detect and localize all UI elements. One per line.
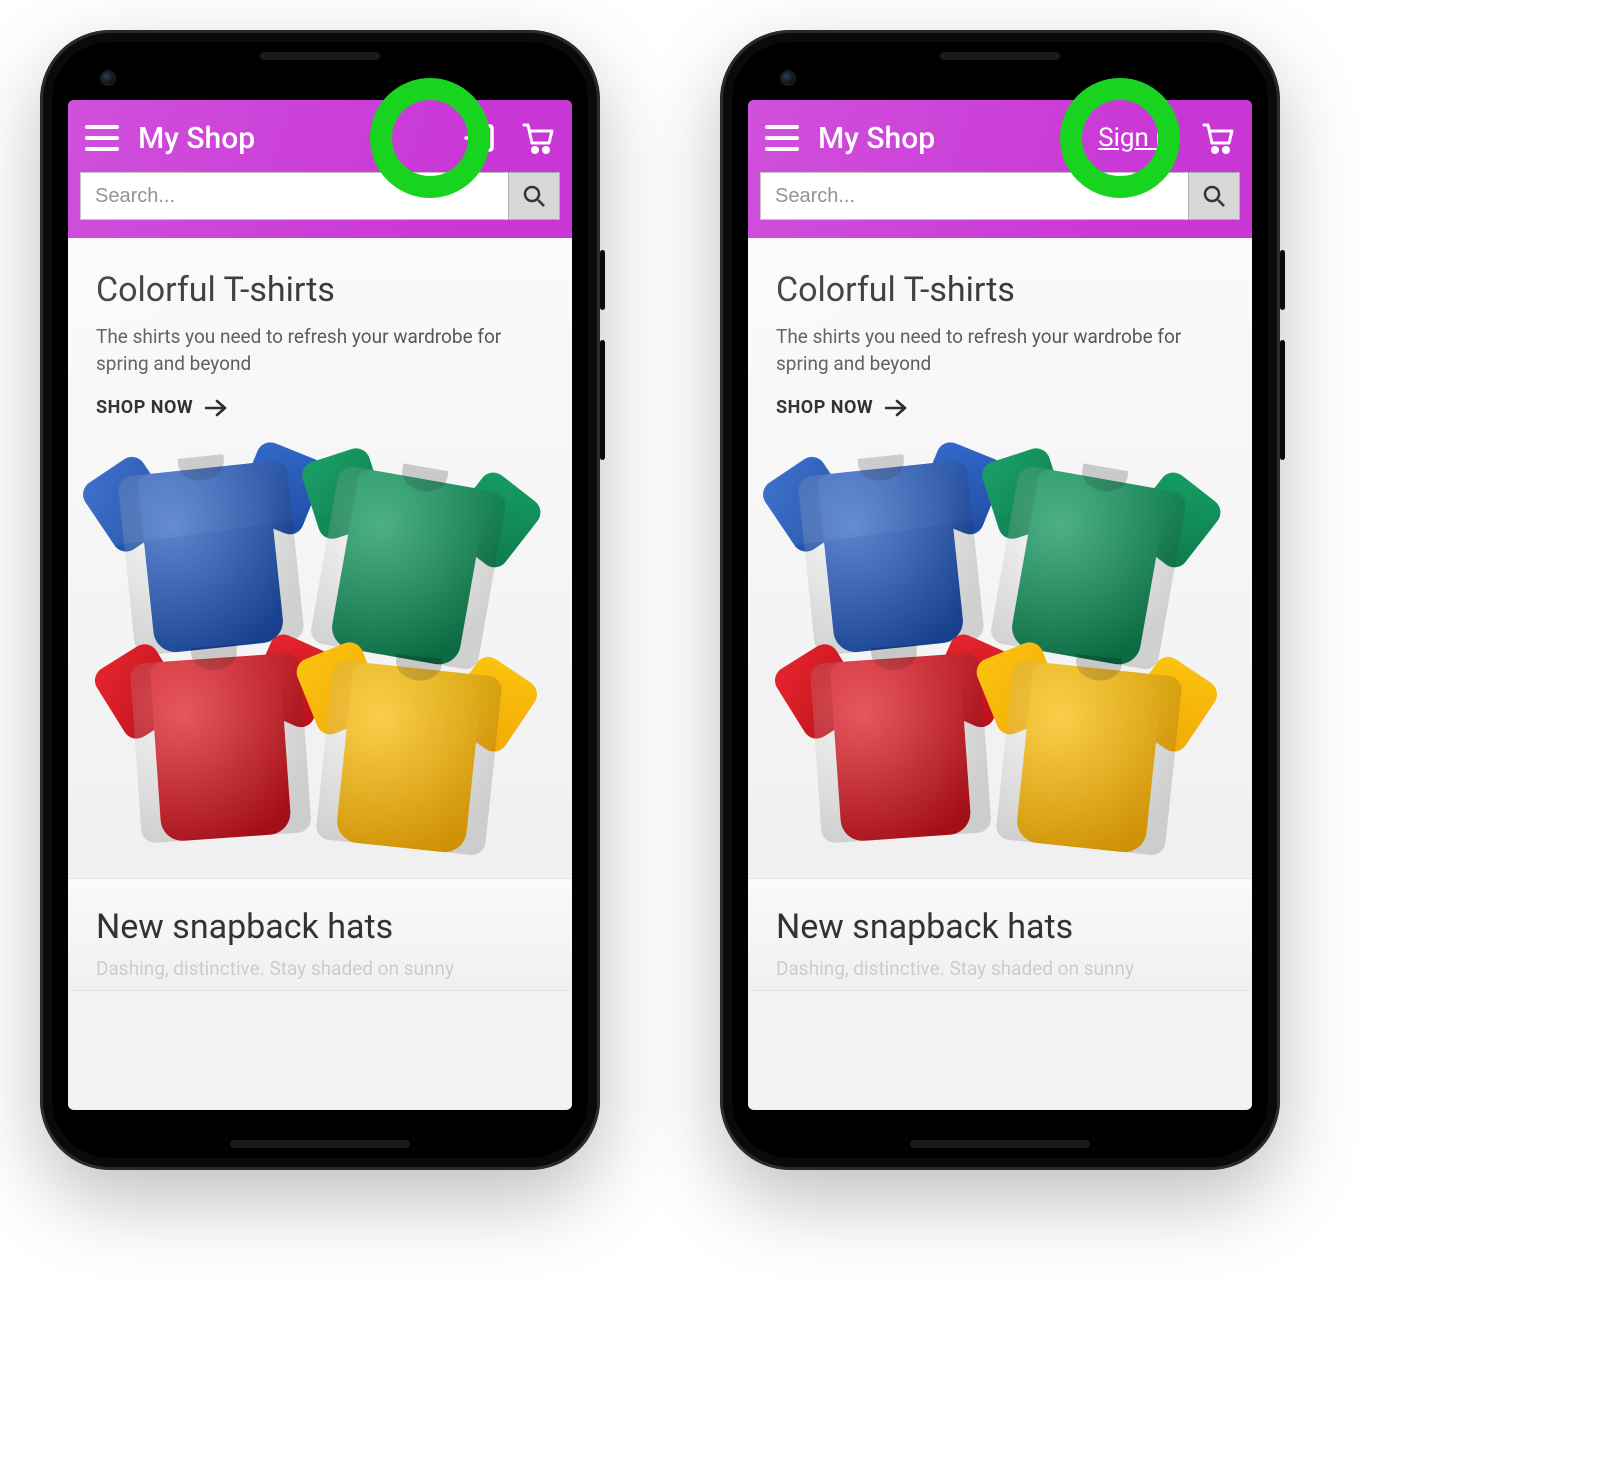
promo-card-tshirts: Colorful T-shirts The shirts you need to… [68,238,572,879]
screen: My Shop Sign in [748,100,1252,1110]
app-title: My Shop [818,121,1078,156]
search-bar [760,172,1240,220]
arrow-right-icon [205,399,227,417]
cart-icon [1201,121,1235,155]
promo-card-hats: New snapback hats Dashing, distinctive. … [68,879,572,991]
signin-link[interactable]: Sign in [1092,123,1182,153]
shop-now-label: SHOP NOW [96,397,193,418]
card-subtitle-preview: Dashing, distinctive. Stay shaded on sun… [96,957,544,980]
content: Colorful T-shirts The shirts you need to… [68,238,572,1108]
cart-button[interactable] [1196,116,1240,160]
card-subtitle-preview: Dashing, distinctive. Stay shaded on sun… [776,957,1224,980]
hamburger-icon [85,125,119,151]
promo-card-tshirts: Colorful T-shirts The shirts you need to… [748,238,1252,879]
tshirts-illustration [785,438,1215,868]
search-bar [80,172,560,220]
signin-button[interactable] [458,116,502,160]
shop-now-button[interactable]: SHOP NOW [776,397,907,418]
search-input[interactable] [760,172,1188,220]
screen: My Shop [68,100,572,1110]
search-icon [523,185,545,207]
app-title: My Shop [138,121,444,156]
search-button[interactable] [1188,172,1240,220]
app-bar: My Shop Sign in [748,100,1252,238]
card-title: Colorful T-shirts [96,270,544,310]
app-bar: My Shop [68,100,572,238]
search-button[interactable] [508,172,560,220]
menu-button[interactable] [80,116,124,160]
shop-now-button[interactable]: SHOP NOW [96,397,227,418]
shop-now-label: SHOP NOW [776,397,873,418]
content: Colorful T-shirts The shirts you need to… [748,238,1252,1108]
promo-card-hats: New snapback hats Dashing, distinctive. … [748,879,1252,991]
search-input[interactable] [80,172,508,220]
cart-icon [521,121,555,155]
card-title: New snapback hats [96,907,544,947]
arrow-right-icon [885,399,907,417]
tshirts-illustration [105,438,535,868]
menu-button[interactable] [760,116,804,160]
phone-mockup-left: My Shop [40,30,600,1170]
cart-button[interactable] [516,116,560,160]
hamburger-icon [765,125,799,151]
card-title: New snapback hats [776,907,1224,947]
card-subtitle: The shirts you need to refresh your ward… [96,324,544,377]
card-subtitle: The shirts you need to refresh your ward… [776,324,1224,377]
search-icon [1203,185,1225,207]
card-title: Colorful T-shirts [776,270,1224,310]
phone-mockup-right: My Shop Sign in [720,30,1280,1170]
login-icon [462,120,498,156]
